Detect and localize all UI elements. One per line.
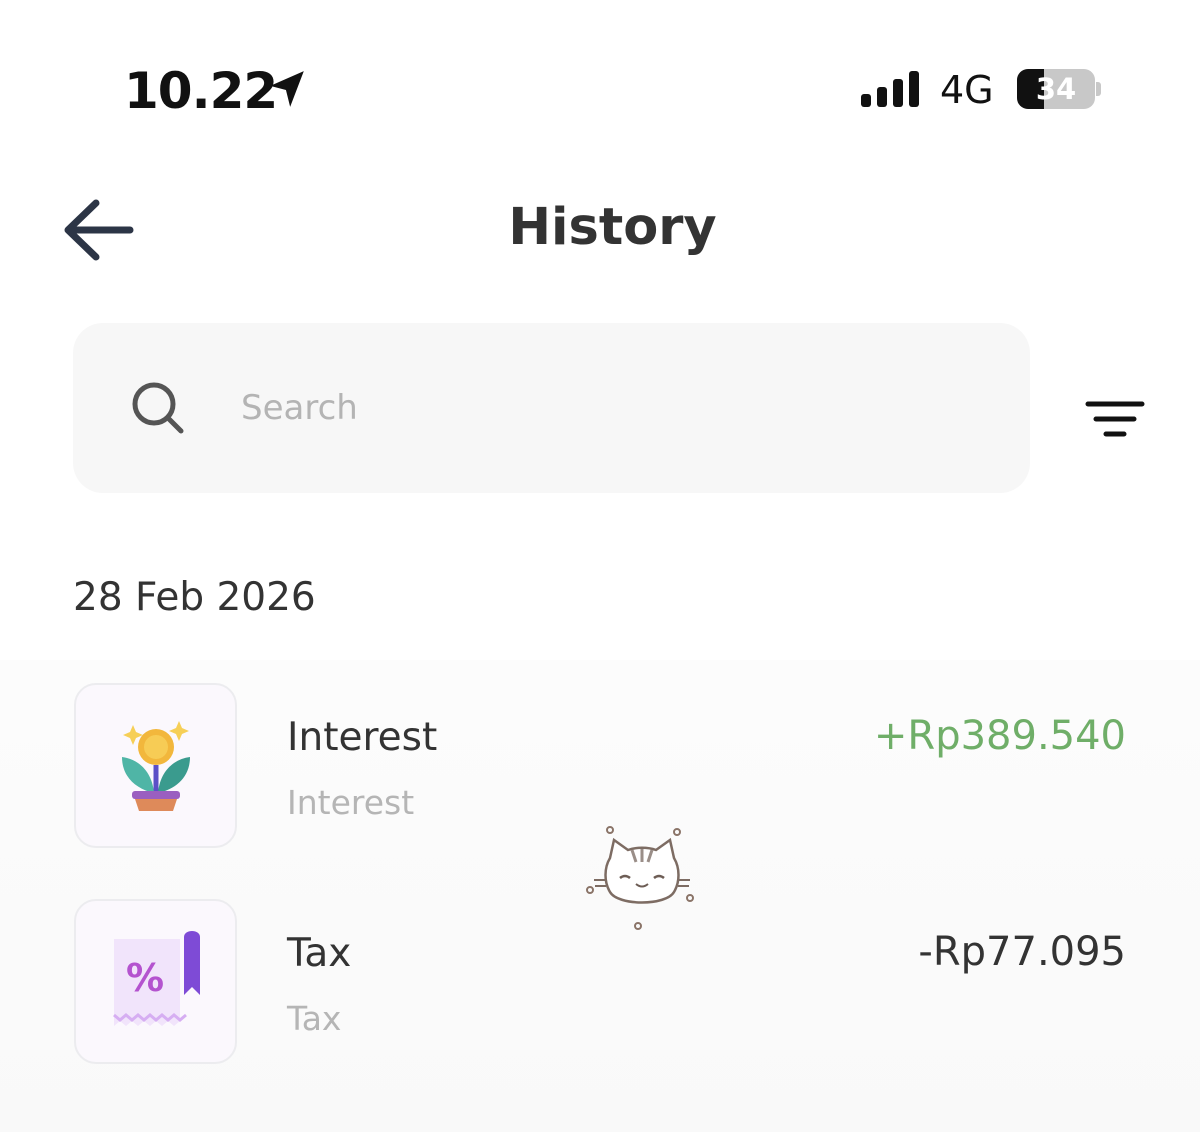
transaction-icon-box: % [74, 899, 237, 1064]
tax-receipt-icon: % [113, 931, 200, 1026]
location-arrow-icon [270, 71, 304, 107]
page-title: History [508, 198, 717, 257]
svg-text:%: % [126, 956, 164, 1000]
battery-icon: 34 [1017, 69, 1095, 109]
date-heading: 28 Feb 2026 [73, 575, 316, 620]
transaction-amount: +Rp389.540 [873, 713, 1126, 759]
signal-strength-icon [861, 71, 919, 107]
transaction-icon-box [74, 683, 237, 848]
cat-sticker-icon [586, 826, 694, 930]
battery-level: 34 [1035, 72, 1077, 106]
plant-coin-icon [122, 721, 190, 811]
transaction-title: Interest [287, 715, 438, 760]
battery-cap [1096, 82, 1101, 96]
transaction-subtitle: Interest [287, 783, 415, 822]
search-bar[interactable] [73, 323, 1030, 493]
network-type: 4G [940, 68, 994, 112]
filter-icon[interactable] [1082, 396, 1148, 442]
status-time: 10.22 [124, 62, 278, 120]
search-input[interactable] [241, 378, 941, 438]
search-icon [132, 382, 184, 434]
history-screen: 10.22 4G 34 History 28 Feb 2026 [0, 0, 1200, 1132]
transaction-subtitle: Tax [287, 999, 342, 1038]
transaction-amount: -Rp77.095 [918, 929, 1126, 975]
transaction-title: Tax [287, 931, 352, 976]
